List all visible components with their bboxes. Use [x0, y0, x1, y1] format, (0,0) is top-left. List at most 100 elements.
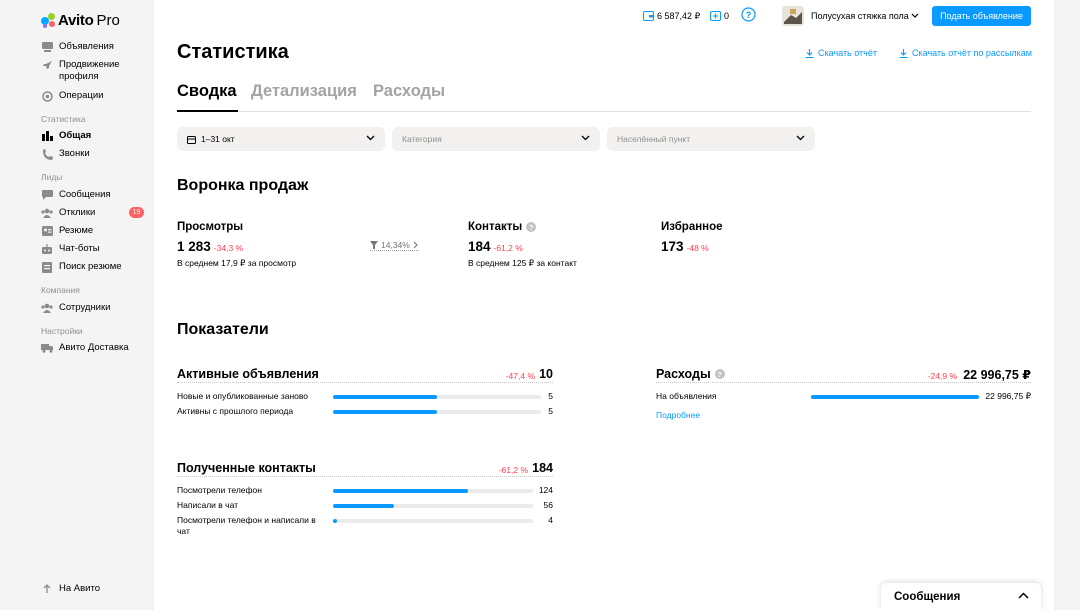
sidebar-item-promotion[interactable]: Продвижение профиля — [41, 59, 141, 83]
contacts-both-label: Посмотрели телефон и написали в чат — [177, 515, 316, 536]
period-select[interactable]: 1–31 окт — [177, 127, 385, 151]
bonus-balance-value: 0 — [724, 11, 730, 21]
profile-name: Полусухая стяжка пола — [811, 11, 909, 21]
sidebar-item-label: Продвижение профиля — [59, 59, 120, 82]
chevron-down-icon — [796, 135, 805, 141]
contacts-phone-bar — [333, 489, 533, 493]
sidebar-item-messages[interactable]: Сообщения — [41, 189, 111, 201]
category-select[interactable]: Категория — [392, 127, 600, 151]
sidebar-item-chatbots[interactable]: Чат-боты — [41, 243, 100, 255]
sidebar-item-employees[interactable]: Сотрудники — [41, 302, 110, 314]
views-delta: -34,3 % — [213, 243, 244, 253]
contacts-chat-value: 56 — [543, 500, 553, 510]
sidebar-item-resume-search[interactable]: Поиск резюме — [41, 261, 122, 273]
responses-count-badge: 19 — [129, 207, 144, 218]
city-select[interactable]: Населённый пункт — [607, 127, 815, 151]
active-ads-prev-label: Активны с прошлого периода — [177, 406, 294, 416]
download-icon — [899, 48, 908, 58]
phone-icon — [41, 148, 53, 160]
active-ads-delta: -47,4 % — [503, 371, 537, 381]
sidebar-item-label: Звонки — [59, 148, 90, 159]
messages-panel-title: Сообщения — [894, 591, 961, 603]
tabs: Сводка Детализация Расходы — [177, 82, 1031, 112]
sidebar-item-label: Сотрудники — [59, 302, 111, 313]
chevron-up-icon[interactable] — [1018, 592, 1029, 599]
views-stat: 1 283 -34,3 % — [177, 239, 243, 254]
favorites-delta: -48 % — [686, 243, 709, 253]
bar-fill — [333, 489, 468, 493]
active-ads-new-label: Новые и опубликованные заново — [177, 391, 309, 401]
chevron-right-icon — [413, 241, 418, 249]
expenses-value: 22 996,75 ₽ — [961, 367, 1031, 382]
sidebar-item-label: Отклики — [59, 207, 96, 218]
help-button[interactable]: ? — [741, 6, 756, 22]
bar-fill — [333, 410, 437, 414]
bar-fill — [333, 395, 437, 399]
active-ads-prev-value: 5 — [548, 406, 553, 416]
active-ads-new-value: 5 — [548, 391, 553, 401]
people-icon — [41, 302, 53, 314]
sidebar-item-resume[interactable]: Резюме — [41, 225, 93, 237]
views-title: Просмотры — [177, 221, 244, 233]
active-ads-header: Активные объявления -47,4 % 10 — [177, 367, 553, 383]
right-gutter — [1054, 0, 1080, 610]
operations-icon — [41, 90, 53, 102]
calendar-icon — [187, 135, 196, 144]
post-ad-button[interactable]: Подать объявление — [932, 6, 1031, 26]
messages-panel[interactable]: Сообщения — [881, 583, 1041, 610]
expenses-title: Расходы ? — [656, 367, 727, 381]
sidebar-item-calls[interactable]: Звонки — [41, 148, 90, 160]
sidebar-item-operations[interactable]: Операции — [41, 90, 103, 102]
sidebar-item-general[interactable]: Общая — [41, 130, 91, 142]
bot-icon — [41, 243, 53, 255]
logo-icon — [41, 13, 56, 28]
help-icon[interactable]: ? — [714, 369, 725, 379]
search-resume-icon — [41, 261, 53, 273]
contacts-chat-label: Написали в чат — [177, 500, 239, 510]
contacts-kpi-header: Полученные контакты -61,2 % 184 — [177, 461, 553, 477]
download-mailing-report-link[interactable]: Скачать отчёт по рассылкам — [899, 48, 1032, 58]
sidebar-item-listings[interactable]: Объявления — [41, 41, 114, 53]
contacts-kpi-title: Полученные контакты — [177, 461, 318, 475]
favorites-value: 173 — [661, 239, 684, 254]
expenses-delta: -24,9 % — [925, 371, 959, 381]
tab-summary[interactable]: Сводка — [177, 82, 238, 112]
sidebar-item-label: Общая — [59, 130, 92, 141]
wallet-icon — [643, 11, 654, 21]
bar-fill — [333, 504, 394, 508]
back-to-avito-link[interactable]: На Авито — [41, 583, 100, 595]
profile-menu[interactable]: Полусухая стяжка пола — [811, 10, 919, 22]
contacts-both-bar — [333, 519, 533, 523]
sidebar-item-responses[interactable]: Отклики — [41, 207, 95, 219]
contacts-both-value: 4 — [548, 515, 553, 525]
active-ads-prev-bar — [333, 410, 541, 414]
sidebar-section-settings: Настройки — [41, 326, 83, 336]
bonus-balance[interactable]: 0 — [710, 10, 729, 22]
bonus-icon — [710, 11, 721, 21]
sidebar-item-delivery[interactable]: Авито Доставка — [41, 342, 129, 354]
contacts-title-text: Контакты — [468, 221, 523, 233]
favorites-title: Избранное — [661, 221, 723, 233]
people-icon — [41, 207, 53, 219]
chevron-down-icon — [911, 13, 919, 18]
expenses-more-link[interactable]: Подробнее — [656, 410, 700, 420]
conversion-value: 14,34% — [381, 240, 410, 250]
active-ads-new-bar — [333, 395, 541, 399]
sidebar-section-leads: Лиды — [41, 172, 63, 182]
expenses-title-text: Расходы — [656, 367, 711, 381]
contacts-average: В среднем 125 ₽ за контакт — [468, 258, 577, 268]
conversion-rate[interactable]: 14,34% — [370, 240, 419, 251]
profile-avatar[interactable] — [782, 6, 804, 26]
wallet-balance[interactable]: 6 587,42 ₽ — [643, 10, 700, 22]
listings-icon — [41, 41, 53, 53]
contacts-kpi-delta: -61,2 % — [496, 465, 530, 475]
download-report-link[interactable]: Скачать отчёт — [805, 48, 877, 58]
main-content: 6 587,42 ₽ 0 ? Полусухая стяжка пола Под… — [154, 0, 1054, 610]
sidebar-section-company: Компания — [41, 285, 80, 295]
sidebar-item-label: Сообщения — [59, 189, 111, 200]
sidebar-item-label: Объявления — [59, 41, 114, 52]
help-icon[interactable]: ? — [526, 222, 537, 232]
tab-expenses[interactable]: Расходы — [373, 82, 445, 112]
tab-details[interactable]: Детализация — [251, 82, 357, 112]
avito-pro-logo[interactable]: Avito Pro — [41, 12, 120, 29]
